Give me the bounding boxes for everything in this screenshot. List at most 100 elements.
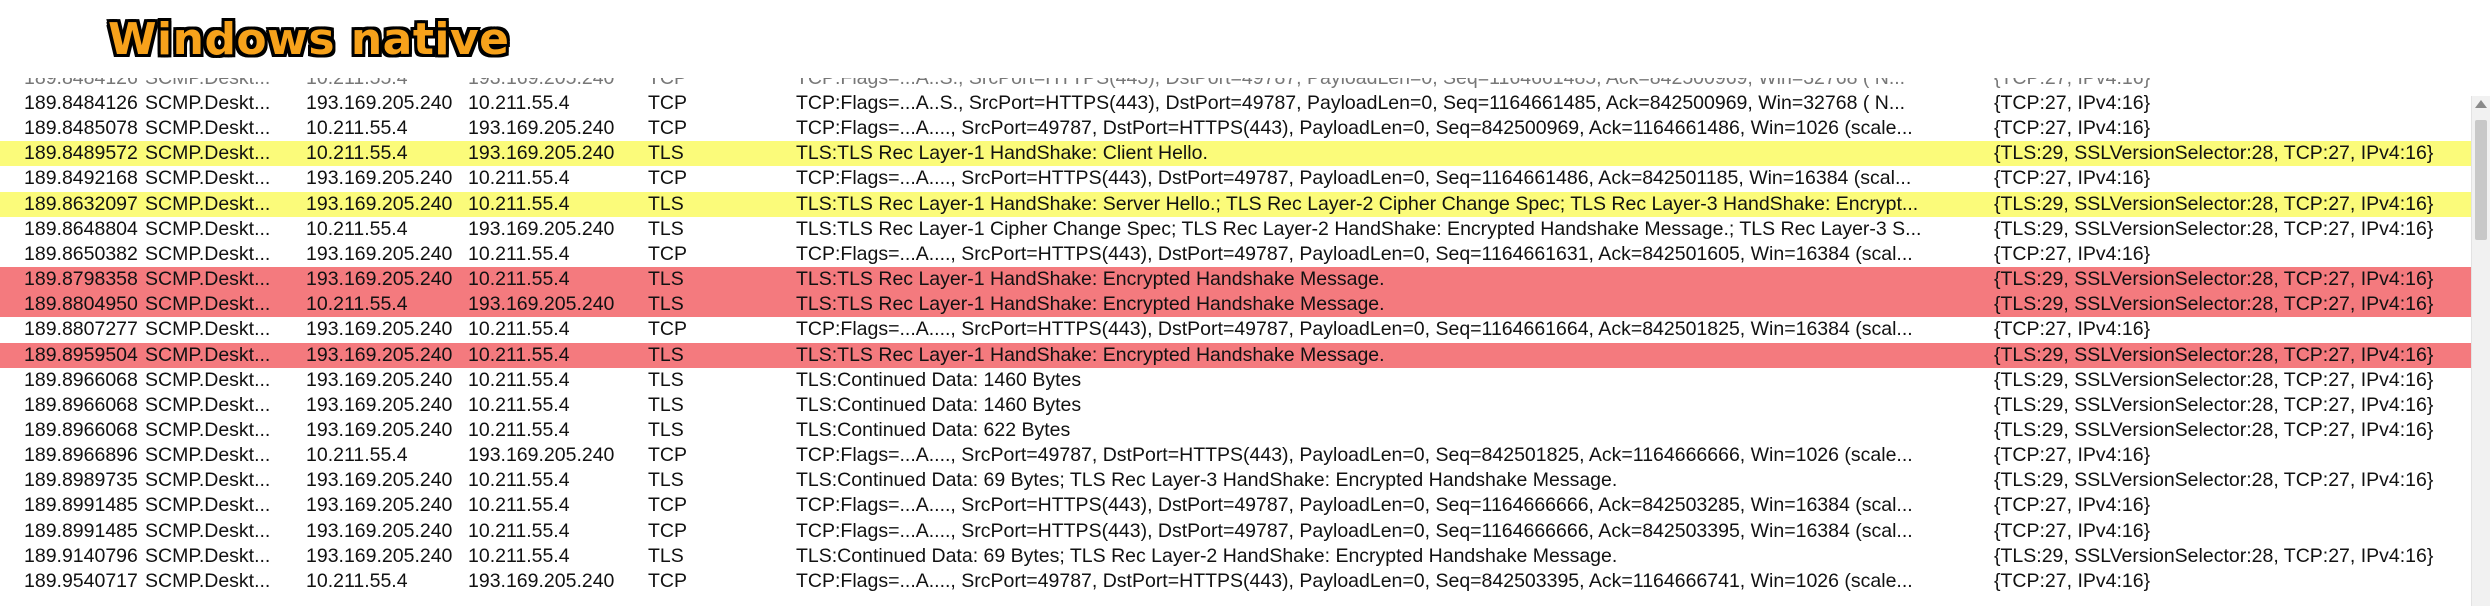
conversation-cell: {TCP:27, IPv4:16} (1994, 117, 2151, 140)
table-row-partial[interactable]: 189.8484126 SCMP.Deskt... 10.211.55.4 19… (0, 78, 2472, 91)
description-cell: TCP:Flags=...A...., SrcPort=HTTPS(443), … (796, 242, 1913, 265)
table-row[interactable]: 189.8484126 SCMP.Deskt... 193.169.205.240 1… (0, 91, 2472, 116)
protocol-cell: TLS (648, 469, 684, 492)
source-cell: 10.211.55.4 (306, 444, 408, 467)
process-cell: SCMP.Deskt... (145, 418, 271, 441)
conversation-cell: {TLS:29, SSLVersionSelector:28, TCP:27, … (1994, 368, 2434, 391)
conversation-cell: {TLS:29, SSLVersionSelector:28, TCP:27, … (1994, 217, 2434, 240)
source-cell: 10.211.55.4 (306, 78, 408, 89)
time-cell: 189.8991485 (24, 494, 138, 517)
destination-cell: 10.211.55.4 (468, 92, 570, 114)
table-row[interactable]: 189.8807277 SCMP.Deskt... 193.169.205.240 1… (0, 317, 2472, 342)
protocol-cell: TLS (648, 268, 684, 291)
frame-summary-grid: 189.8484126 SCMP.Deskt... 10.211.55.4 19… (0, 78, 2472, 606)
destination-cell: 193.169.205.240 (468, 217, 615, 240)
description-cell: TLS:TLS Rec Layer-1 HandShake: Client He… (796, 142, 1208, 165)
table-row[interactable]: 189.8489572 SCMP.Deskt... 10.211.55.4 193.1… (0, 141, 2472, 167)
description-cell: TCP:Flags=...A...., SrcPort=HTTPS(443), … (796, 494, 1913, 517)
conversation-cell: {TLS:29, SSLVersionSelector:28, TCP:27, … (1994, 469, 2434, 492)
source-cell: 193.169.205.240 (306, 92, 453, 114)
description-cell: TLS:TLS Rec Layer-1 HandShake: Encrypted… (796, 293, 1385, 316)
table-row[interactable]: 189.8648804 SCMP.Deskt... 10.211.55.4 193.1… (0, 217, 2472, 242)
destination-cell: 10.211.55.4 (468, 343, 570, 366)
description-cell: TCP:Flags=...A...., SrcPort=49787, DstPo… (796, 569, 1913, 592)
time-cell: 189.8807277 (24, 318, 138, 341)
destination-cell: 10.211.55.4 (468, 393, 570, 416)
conversation-cell: {TLS:29, SSLVersionSelector:28, TCP:27, … (1994, 268, 2434, 291)
table-row[interactable]: 189.8798358 SCMP.Deskt... 193.169.205.240 1… (0, 267, 2472, 293)
protocol-cell: TLS (648, 343, 684, 366)
destination-cell: 10.211.55.4 (468, 494, 570, 517)
destination-cell: 193.169.205.240 (468, 142, 615, 165)
description-cell: TCP:Flags=...A..S., SrcPort=HTTPS(443), … (796, 92, 1906, 114)
table-row[interactable]: 189.8966068 SCMP.Deskt... 193.169.205.240 1… (0, 393, 2472, 418)
process-cell: SCMP.Deskt... (145, 444, 271, 467)
description-cell: TLS:Continued Data: 1460 Bytes (796, 368, 1082, 391)
destination-cell: 10.211.55.4 (468, 418, 570, 441)
process-cell: SCMP.Deskt... (145, 117, 271, 140)
process-cell: SCMP.Deskt... (145, 519, 271, 542)
destination-cell: 193.169.205.240 (468, 444, 615, 467)
table-row[interactable]: 189.8804950 SCMP.Deskt... 10.211.55.4 193.1… (0, 292, 2472, 318)
process-cell: SCMP.Deskt... (145, 494, 271, 517)
table-row[interactable]: 189.8632097 SCMP.Deskt... 193.169.205.240 1… (0, 191, 2472, 217)
scroll-up-arrow-icon[interactable] (2475, 100, 2487, 108)
protocol-cell: TCP (648, 242, 687, 265)
source-cell: 193.169.205.240 (306, 343, 453, 366)
time-cell: 189.8484126 (24, 78, 138, 89)
source-cell: 193.169.205.240 (306, 242, 453, 265)
destination-cell: 10.211.55.4 (468, 192, 570, 215)
conversation-cell: {TCP:27, IPv4:16} (1994, 167, 2151, 190)
source-cell: 193.169.205.240 (306, 318, 453, 341)
table-row[interactable]: 189.8959504 SCMP.Deskt... 193.169.205.240 1… (0, 342, 2472, 368)
table-row[interactable]: 189.8966068 SCMP.Deskt... 193.169.205.240 1… (0, 368, 2472, 393)
source-cell: 193.169.205.240 (306, 494, 453, 517)
destination-cell: 193.169.205.240 (468, 569, 615, 592)
table-row[interactable]: 189.8991485 SCMP.Deskt... 193.169.205.240 1… (0, 493, 2472, 518)
table-row[interactable]: 189.8966068 SCMP.Deskt... 193.169.205.240 1… (0, 418, 2472, 443)
source-cell: 10.211.55.4 (306, 117, 408, 140)
destination-cell: 10.211.55.4 (468, 519, 570, 542)
conversation-cell: {TLS:29, SSLVersionSelector:28, TCP:27, … (1994, 192, 2434, 215)
table-row[interactable]: 189.8485078 SCMP.Deskt... 10.211.55.4 193.1… (0, 116, 2472, 141)
process-cell: SCMP.Deskt... (145, 242, 271, 265)
table-row[interactable]: 189.9540717 SCMP.Deskt... 10.211.55.4 193.1… (0, 569, 2472, 594)
vertical-scrollbar[interactable] (2471, 96, 2490, 606)
source-cell: 10.211.55.4 (306, 293, 408, 316)
time-cell: 189.8489572 (24, 142, 138, 165)
time-cell: 189.8804950 (24, 293, 138, 316)
table-row[interactable]: 189.8991485 SCMP.Deskt... 193.169.205.240 1… (0, 519, 2472, 544)
conversation-cell: {TCP:27, IPv4:16} (1994, 569, 2151, 592)
destination-cell: 193.169.205.240 (468, 293, 615, 316)
protocol-cell: TLS (648, 544, 684, 567)
destination-cell: 193.169.205.240 (468, 78, 615, 89)
process-cell: SCMP.Deskt... (145, 368, 271, 391)
table-row[interactable]: 189.8966896 SCMP.Deskt... 10.211.55.4 193.1… (0, 443, 2472, 468)
source-cell: 193.169.205.240 (306, 368, 453, 391)
protocol-cell: TLS (648, 217, 684, 240)
protocol-cell: TCP (648, 78, 687, 89)
destination-cell: 10.211.55.4 (468, 167, 570, 190)
destination-cell: 10.211.55.4 (468, 544, 570, 567)
table-row[interactable]: 189.8650382 SCMP.Deskt... 193.169.205.240 1… (0, 242, 2472, 267)
source-cell: 193.169.205.240 (306, 268, 453, 291)
source-cell: 193.169.205.240 (306, 544, 453, 567)
conversation-cell: {TCP:27, IPv4:16} (1994, 494, 2151, 517)
protocol-cell: TCP (648, 92, 687, 114)
conversation-cell: {TLS:29, SSLVersionSelector:28, TCP:27, … (1994, 343, 2434, 366)
scroll-thumb[interactable] (2475, 120, 2487, 240)
destination-cell: 10.211.55.4 (468, 242, 570, 265)
table-row[interactable]: 189.9140796 SCMP.Deskt... 193.169.205.240 1… (0, 544, 2472, 569)
source-cell: 193.169.205.240 (306, 519, 453, 542)
protocol-cell: TCP (648, 117, 687, 140)
table-row[interactable]: 189.8492168 SCMP.Deskt... 193.169.205.240 1… (0, 166, 2472, 191)
description-cell: TCP:Flags=...A..S., SrcPort=HTTPS(443), … (796, 78, 1906, 89)
destination-cell: 10.211.55.4 (468, 469, 570, 492)
process-cell: SCMP.Deskt... (145, 78, 271, 89)
description-cell: TLS:TLS Rec Layer-1 HandShake: Server He… (796, 192, 1919, 215)
description-cell: TCP:Flags=...A...., SrcPort=HTTPS(443), … (796, 167, 1912, 190)
time-cell: 189.8492168 (24, 167, 138, 190)
description-cell: TCP:Flags=...A...., SrcPort=49787, DstPo… (796, 117, 1913, 140)
table-row[interactable]: 189.8989735 SCMP.Deskt... 193.169.205.240 1… (0, 468, 2472, 493)
source-cell: 193.169.205.240 (306, 167, 453, 190)
